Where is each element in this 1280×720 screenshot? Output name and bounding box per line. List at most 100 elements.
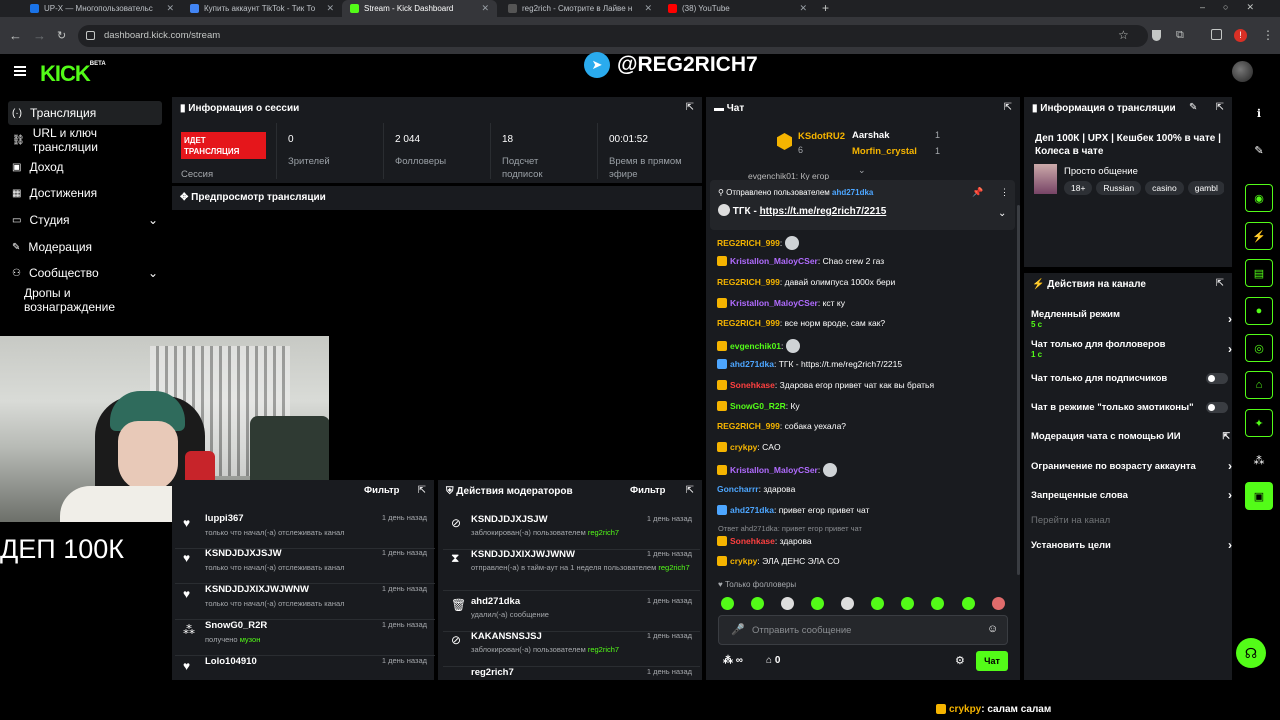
chat-username[interactable]: Kristallon_MaloyCSer <box>730 256 818 266</box>
bookmark-star-icon[interactable]: ☆ <box>1118 28 1129 42</box>
chat-username[interactable]: ahd271dka <box>730 505 774 515</box>
chat-message[interactable]: REG2RICH_999: давай олимпуса 1000x бери <box>717 277 895 287</box>
chat-message[interactable]: REG2RICH_999: все норм вроде, сам как? <box>717 318 885 328</box>
chat-username[interactable]: evgenchik01 <box>730 341 781 351</box>
chat-username[interactable]: REG2RICH_999 <box>717 238 780 248</box>
close-icon[interactable]: ✕ <box>326 3 334 14</box>
chevron-down-icon[interactable]: ⌄ <box>998 208 1006 219</box>
sidebar-item-broadcast[interactable]: (·) Трансляция <box>8 101 162 125</box>
sidebar-item-url-key[interactable]: ⛓ URL и ключ трансляции <box>8 126 162 154</box>
kick-logo[interactable]: KICKBETA <box>40 61 106 87</box>
tag[interactable]: gambl <box>1187 181 1224 195</box>
chat-message[interactable]: crykpy: ЭЛА ДЕНС ЭЛА СО <box>717 556 840 566</box>
more-options-icon[interactable]: ⋮ <box>1000 187 1009 198</box>
chat-message[interactable]: evgenchik01: <box>717 339 803 353</box>
close-icon[interactable]: ✕ <box>166 3 174 14</box>
chat-username[interactable]: REG2RICH_999 <box>717 421 780 431</box>
emote-icon[interactable] <box>931 597 944 610</box>
settings-gear-icon[interactable]: ⚙ <box>955 654 965 667</box>
chat-message[interactable]: Kristallon_MaloyCSer: <box>717 463 840 477</box>
chat-message[interactable]: REG2RICH_999: <box>717 236 802 250</box>
filter-button[interactable]: Фильтр <box>364 485 399 496</box>
browser-tab[interactable]: (38) YouTube ✕ <box>660 0 815 17</box>
chest-icon[interactable]: ⌂ <box>1245 371 1273 399</box>
list-item[interactable]: ⊘ KSNDJDJXJSJW заблокирован(-а) пользовате… <box>443 514 700 550</box>
list-item[interactable]: ♥ Lolo104910 1 день назад <box>175 656 435 678</box>
subscribers-only-toggle[interactable] <box>1206 373 1228 384</box>
document-icon[interactable]: ▤ <box>1245 259 1273 287</box>
chat-username[interactable]: Kristallon_MaloyCSer <box>730 465 818 475</box>
pinned-link[interactable]: https://t.me/reg2rich7/2215 <box>760 206 887 217</box>
microphone-icon[interactable]: 🎤 <box>731 623 745 636</box>
browser-tab[interactable]: reg2rich - Смотрите в Лайве н ✕ <box>500 0 660 17</box>
chat-message[interactable]: SnowG0_R2R: Ку <box>717 401 800 411</box>
emote-icon[interactable] <box>871 597 884 610</box>
tag[interactable]: Russian <box>1096 181 1142 195</box>
chest-counter[interactable]: ⌂ 0 <box>766 655 780 666</box>
chat-username[interactable]: Sonehkase <box>730 380 775 390</box>
action-followers-only[interactable]: Чат только для фолловеров 1 с › <box>1031 339 1232 359</box>
category-name[interactable]: Просто общение <box>1064 166 1138 177</box>
list-item[interactable]: ♥ luppi367 только что начал(-а) отслеживат… <box>175 513 435 549</box>
info-icon[interactable]: ℹ <box>1245 99 1273 127</box>
new-tab-button[interactable]: + <box>822 1 829 15</box>
list-item[interactable]: ⁂ SnowG0_R2R получено музон 1 день назад <box>175 620 435 656</box>
expand-icon[interactable]: ⇱ <box>686 485 694 496</box>
chat-message[interactable]: Sonehkase: Здарова егор привет чат как в… <box>717 380 934 390</box>
list-item[interactable]: ⊘ KAKANSNSJSJ заблокирован(-а) пользовател… <box>443 631 700 667</box>
shield-extension-icon[interactable] <box>1152 30 1161 41</box>
close-icon[interactable]: ✕ <box>644 3 652 14</box>
action-set-goals[interactable]: Установить цели › <box>1031 538 1232 552</box>
chat-bubble-icon[interactable]: ● <box>1245 297 1273 325</box>
list-item[interactable]: ♥ KSNDJDJXIXJWJWNW только что начал(-а) от… <box>175 584 435 620</box>
emote-icon[interactable] <box>962 597 975 610</box>
action-ai-moderation[interactable]: Модерация чата с помощью ИИ ⇱ <box>1031 431 1230 442</box>
emote-icon[interactable] <box>841 597 854 610</box>
pinned-message[interactable]: ⚲ Отправлено пользователем ahd271dka ТГК… <box>710 180 1015 230</box>
sidebar-item-drops[interactable]: Дропы и вознаграждение <box>8 286 162 314</box>
sidebar-item-moderation[interactable]: ✎ Модерация <box>8 235 162 259</box>
chat-scrollbar[interactable] <box>1017 205 1020 575</box>
expand-icon[interactable]: ⇱ <box>1216 102 1224 113</box>
action-slow-mode[interactable]: Медленный режим 5 с › <box>1031 309 1232 329</box>
edit-pencil-icon[interactable]: ✎ <box>1245 136 1273 164</box>
forward-icon[interactable]: → <box>33 28 46 43</box>
window-controls[interactable]: –○✕ <box>1200 2 1272 13</box>
chevron-down-icon[interactable]: ⌄ <box>858 165 866 176</box>
browser-tab[interactable]: Купить аккаунт TikTok - Тик То ✕ <box>182 0 342 17</box>
chat-username[interactable]: ahd271dka <box>730 359 774 369</box>
sidebar-item-studio[interactable]: ▭ Студия ⌄ <box>8 208 162 232</box>
emote-icon[interactable] <box>811 597 824 610</box>
expand-icon[interactable]: ⇱ <box>1216 278 1224 289</box>
profile-avatar-icon[interactable]: ! <box>1234 29 1247 42</box>
list-item[interactable]: 🗑 ahd271dka удалил(-а) сообщение 1 день наз… <box>443 596 700 632</box>
tag[interactable]: 18+ <box>1064 181 1093 195</box>
sidebar-item-community[interactable]: ⚇ Сообщество ⌄ <box>8 261 162 285</box>
browser-tab[interactable]: UP-X — Многопользовательс ✕ <box>22 0 182 17</box>
expand-icon[interactable]: ⇱ <box>686 102 694 113</box>
chat-username[interactable]: REG2RICH_999 <box>717 318 780 328</box>
sidepanel-icon[interactable] <box>1211 29 1222 40</box>
chat-message[interactable]: crykpy: CAO <box>717 442 781 452</box>
chat-input[interactable]: 🎤 Отправить сообщение ☺ <box>718 615 1008 645</box>
edit-pencil-icon[interactable]: ✎ <box>1189 102 1197 113</box>
reload-icon[interactable]: ↻ <box>57 29 66 42</box>
list-item[interactable]: reg2rich7 1 день назад <box>443 667 700 679</box>
send-chat-button[interactable]: Чат <box>976 651 1008 671</box>
close-icon[interactable]: ✕ <box>799 3 807 14</box>
emote-icon[interactable] <box>992 597 1005 610</box>
url-input[interactable]: dashboard.kick.com/stream <box>78 25 1148 47</box>
emote-icon[interactable] <box>751 597 764 610</box>
chat-username[interactable]: REG2RICH_999 <box>717 277 780 287</box>
tag[interactable]: casino <box>1145 181 1184 195</box>
action-subscribers-only[interactable]: Чат только для подписчиков <box>1031 373 1228 384</box>
sidebar-item-income[interactable]: ▣ Доход <box>8 155 162 179</box>
hamburger-menu-icon[interactable] <box>14 66 26 76</box>
chat-message[interactable]: Sonehkase: здарова <box>717 536 812 546</box>
broadcast-icon[interactable]: ◎ <box>1245 334 1273 362</box>
points-counter[interactable]: ⁂ ∞ <box>723 655 743 666</box>
back-icon[interactable]: ← <box>9 28 22 43</box>
pin-icon[interactable]: 📌 <box>972 187 983 198</box>
chat-username[interactable]: SnowG0_R2R <box>730 401 786 411</box>
list-item[interactable]: ♥ KSNDJDJXJSJW только что начал(-а) отслеж… <box>175 548 435 584</box>
